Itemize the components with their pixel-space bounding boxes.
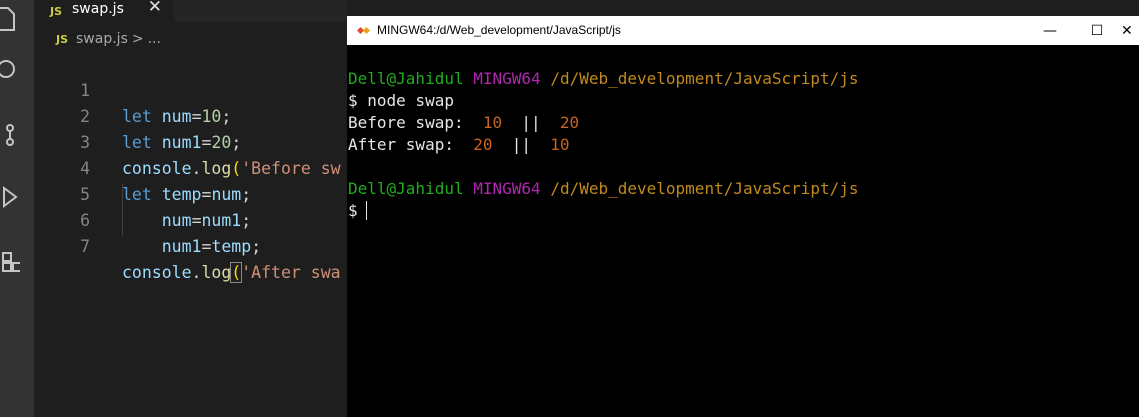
close-icon[interactable]: ✕ — [148, 0, 162, 17]
prompt-path: /d/Web_development/JavaScript/js — [550, 69, 859, 88]
js-file-icon: JS — [50, 4, 63, 18]
files-icon[interactable] — [0, 2, 34, 36]
source-control-icon[interactable] — [0, 118, 34, 152]
tab-swap-js[interactable]: JS swap.js ✕ — [34, 0, 174, 22]
code-text: let num=10; — [122, 107, 232, 126]
breadcrumb-file[interactable]: swap.js — [76, 31, 128, 47]
extensions-icon[interactable] — [0, 245, 34, 279]
run-debug-icon[interactable] — [0, 180, 34, 214]
code-line: 7 console.log('After swa — [34, 208, 341, 283]
code-text: num1=temp; — [161, 237, 262, 256]
close-button[interactable]: ✕ — [1121, 16, 1139, 45]
terminal-title: MINGW64:/d/Web_development/JavaScript/js — [377, 23, 621, 37]
code-text: let temp=num; — [122, 185, 252, 204]
js-file-icon: JS — [56, 32, 69, 46]
code-text: num=num1; — [161, 211, 252, 230]
code-line: 3 console.log('Before sw — [34, 104, 341, 178]
prompt-line: Dell@Jahidul MINGW64 /d/Web_development/… — [348, 68, 859, 90]
input-line[interactable]: $ — [348, 200, 367, 222]
output-label: After swap: — [348, 135, 454, 154]
output-separator: || — [511, 135, 532, 154]
code-editor[interactable]: 1 let num=10; 2 let num1=20; 3 console.l… — [34, 52, 347, 417]
code-line: 1 let num=10; — [34, 52, 231, 126]
minimize-button[interactable]: — — [1027, 16, 1073, 45]
prompt-user: Dell@Jahidul — [348, 179, 464, 198]
prompt-env: MINGW64 — [473, 69, 541, 88]
line-number: 7 — [80, 237, 90, 256]
breadcrumb-more[interactable]: ... — [148, 31, 161, 47]
command-line: $ node swap — [348, 91, 454, 110]
output-value: 10 — [550, 135, 570, 154]
text-cursor — [365, 201, 367, 220]
search-icon[interactable] — [0, 53, 34, 87]
terminal-window[interactable]: MINGW64:/d/Web_development/JavaScript/js… — [347, 16, 1139, 417]
code-text: console.log('Before sw — [122, 159, 341, 178]
editor-tab-bar: JS swap.js ✕ — [34, 0, 347, 22]
mingw-app-icon — [357, 26, 371, 35]
output-value: 10 — [482, 113, 503, 132]
maximize-button[interactable]: ☐ — [1074, 16, 1120, 45]
output-line: Before swap: 10 || 20 — [348, 112, 579, 134]
prompt-user: Dell@Jahidul — [348, 69, 464, 88]
tab-label: swap.js — [72, 1, 124, 17]
code-line: 6 num1=temp; — [34, 182, 261, 256]
prompt-line: Dell@Jahidul MINGW64 /d/Web_development/… — [348, 178, 859, 200]
prompt-env: MINGW64 — [473, 179, 541, 198]
output-value: 20 — [473, 135, 493, 154]
output-label: Before swap: — [348, 113, 464, 132]
output-value: 20 — [559, 113, 580, 132]
terminal-titlebar[interactable]: MINGW64:/d/Web_development/JavaScript/js… — [347, 16, 1139, 45]
output-line: After swap: 20 || 10 — [348, 134, 570, 156]
activity-bar — [0, 0, 34, 417]
code-line: 4 let temp=num; — [34, 130, 251, 204]
prompt-symbol: $ — [348, 201, 358, 220]
prompt-path: /d/Web_development/JavaScript/js — [550, 179, 859, 198]
code-line: 2 let num1=20; — [34, 78, 241, 152]
breadcrumb: JS swap.js > ... — [34, 28, 347, 50]
code-text: console.log('After swa — [122, 262, 341, 283]
code-line: 5 num=num1; — [34, 156, 251, 230]
output-separator: || — [521, 113, 541, 132]
code-text: let num1=20; — [122, 133, 242, 152]
chevron-right-icon: > — [131, 31, 144, 47]
